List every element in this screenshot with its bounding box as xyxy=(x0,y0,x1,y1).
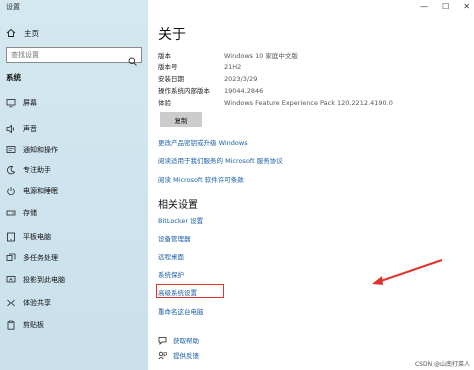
sidebar-home[interactable]: 主页 xyxy=(6,26,142,40)
highlight-box xyxy=(156,284,224,298)
sidebar-item-screen[interactable]: 屏幕 xyxy=(6,96,144,110)
tablet-icon xyxy=(6,232,16,242)
maximize-icon[interactable]: ☐ xyxy=(442,2,449,11)
help-chat-icon xyxy=(158,336,167,345)
sidebar-item-notifications[interactable]: 通知和操作 xyxy=(6,143,144,157)
storage-icon xyxy=(6,208,16,218)
help-row-get-help[interactable]: 获取帮助 xyxy=(158,335,199,345)
sidebar-item-label: 存储 xyxy=(23,209,37,217)
copy-button[interactable]: 复制 xyxy=(160,112,202,127)
link-system-protection[interactable]: 系统保护 xyxy=(158,269,184,279)
sidebar-item-focus-assist[interactable]: 专注助手 xyxy=(6,163,144,177)
sidebar-item-sound[interactable]: 声音 xyxy=(6,122,144,136)
sidebar-item-clipboard[interactable]: 剪贴板 xyxy=(6,318,144,332)
sidebar-item-label: 声音 xyxy=(23,125,37,133)
sidebar-item-power[interactable]: 电源和睡眠 xyxy=(6,184,144,198)
spec-key: 安装日期 xyxy=(158,75,184,83)
link-microsoft-services-agreement[interactable]: 阅读适用于我们服务的 Microsoft 服务协议 xyxy=(158,155,283,165)
link-rename-pc[interactable]: 重命名这台电脑 xyxy=(158,306,204,316)
spec-row-edition: 版本 Windows 10 家庭中文版 xyxy=(158,50,298,60)
main-content: — ☐ ✕ 关于 版本 Windows 10 家庭中文版 版本号 21H2 安装日期… xyxy=(148,0,474,370)
clipboard-icon xyxy=(6,320,16,330)
spec-key: 体验 xyxy=(158,99,171,107)
minimize-icon[interactable]: — xyxy=(420,2,428,11)
sidebar-item-shared-experiences[interactable]: 体验共享 xyxy=(6,296,144,310)
sidebar-item-label: 体验共享 xyxy=(23,299,51,307)
sidebar-item-label: 平板电脑 xyxy=(23,233,51,241)
sidebar-home-label: 主页 xyxy=(24,28,39,38)
link-change-product-key[interactable]: 更改产品密钥或升级 Windows xyxy=(158,137,248,147)
search-box xyxy=(6,47,142,66)
spec-value: Windows Feature Experience Pack 120.2212… xyxy=(224,99,393,107)
moon-icon xyxy=(6,165,16,175)
window-title: 设置 xyxy=(6,3,20,11)
spec-key: 版本号 xyxy=(158,63,178,71)
spec-row-experience: 体验 Windows Feature Experience Pack 120.22… xyxy=(158,97,393,107)
search-icon[interactable] xyxy=(128,51,137,66)
link-bitlocker-settings[interactable]: BitLocker 设置 xyxy=(158,215,203,225)
related-settings-title: 相关设置 xyxy=(158,200,198,211)
link-provide-feedback: 提供反馈 xyxy=(173,352,199,360)
sidebar-item-label: 屏幕 xyxy=(23,99,37,107)
close-icon[interactable]: ✕ xyxy=(463,2,470,11)
sidebar-item-storage[interactable]: 存储 xyxy=(6,206,144,220)
sidebar-item-multitasking[interactable]: 多任务处理 xyxy=(6,251,144,265)
sidebar-item-label: 专注助手 xyxy=(23,166,51,174)
sidebar: 设置 主页 系统 屏幕 声音 通知和操作 专注助手 电源和睡眠 存储 平板 xyxy=(0,0,148,370)
project-icon xyxy=(6,275,16,285)
watermark: CSDN @山南打菜人 xyxy=(414,361,470,368)
sidebar-item-label: 通知和操作 xyxy=(23,146,58,154)
notification-icon xyxy=(6,145,16,155)
feedback-icon xyxy=(158,351,167,360)
link-remote-desktop[interactable]: 远程桌面 xyxy=(158,251,184,261)
search-input[interactable] xyxy=(11,51,128,59)
window-controls: — ☐ ✕ xyxy=(420,2,470,11)
share-icon xyxy=(6,298,16,308)
sidebar-item-projecting[interactable]: 投影到此电脑 xyxy=(6,273,144,287)
sidebar-item-label: 多任务处理 xyxy=(23,254,58,262)
spec-row-os-build: 操作系统内部版本 19044.2846 xyxy=(158,85,263,95)
sidebar-item-tablet[interactable]: 平板电脑 xyxy=(6,230,144,244)
home-icon xyxy=(6,28,16,38)
speaker-icon xyxy=(6,124,16,134)
page-title: 关于 xyxy=(158,27,186,43)
spec-row-version: 版本号 21H2 xyxy=(158,61,241,71)
spec-row-install-date: 安装日期 2023/3/29 xyxy=(158,73,257,83)
monitor-icon xyxy=(6,98,16,108)
spec-value: 2023/3/29 xyxy=(224,75,258,83)
sidebar-item-label: 投影到此电脑 xyxy=(23,276,65,284)
link-get-help: 获取帮助 xyxy=(173,337,199,345)
sidebar-item-label: 电源和睡眠 xyxy=(23,187,58,195)
red-arrow-annotation xyxy=(372,259,443,285)
spec-key: 版本 xyxy=(158,52,171,60)
link-software-license-terms[interactable]: 阅读 Microsoft 软件许可条款 xyxy=(158,174,244,184)
spec-value: 21H2 xyxy=(224,63,242,71)
help-row-feedback[interactable]: 提供反馈 xyxy=(158,350,199,360)
multitask-icon xyxy=(6,253,16,263)
spec-value: Windows 10 家庭中文版 xyxy=(224,52,298,60)
sidebar-item-label: 剪贴板 xyxy=(23,321,44,329)
link-device-manager[interactable]: 设备管理器 xyxy=(158,233,191,243)
power-icon xyxy=(6,186,16,196)
sidebar-section-title: 系统 xyxy=(6,73,21,82)
spec-value: 19044.2846 xyxy=(224,87,264,95)
spec-key: 操作系统内部版本 xyxy=(158,87,210,95)
